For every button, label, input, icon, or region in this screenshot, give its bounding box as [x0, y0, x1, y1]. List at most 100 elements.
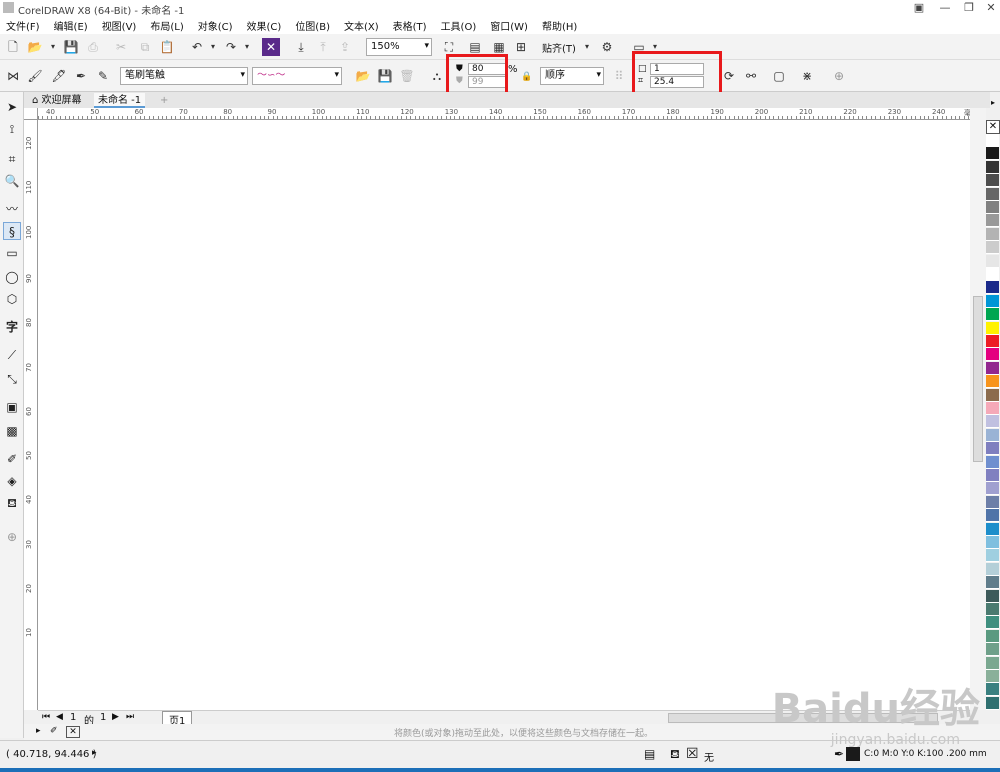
palette-menu-icon[interactable]: ▸ [36, 726, 41, 736]
show-guidelines-icon[interactable]: ⊞ [512, 38, 530, 56]
palette-swatch[interactable] [986, 603, 999, 616]
palette-swatch[interactable] [986, 522, 999, 536]
no-fill-swatch[interactable]: ✕ [66, 726, 80, 738]
publish-icon[interactable]: ⇪ [336, 38, 354, 56]
palette-swatch[interactable] [986, 348, 999, 362]
menu-item-9[interactable]: 工具(O) [441, 18, 477, 33]
fill-bucket-icon[interactable]: ⛾ [670, 747, 680, 763]
calligraphic-icon[interactable]: ✒ [72, 67, 90, 85]
add-tool-icon[interactable]: ⊕ [3, 528, 21, 546]
add-icon[interactable]: ⊕ [830, 67, 848, 85]
parallel-dimension-icon[interactable]: ⟋ [3, 346, 21, 364]
copy-icon[interactable]: ⧉ [136, 38, 154, 56]
palette-swatch[interactable] [986, 549, 999, 563]
interactive-fill-icon[interactable]: ◈ [3, 472, 21, 490]
preset-icon[interactable]: ⋈ [4, 67, 22, 85]
freehand-tool-icon[interactable]: 〰 [3, 200, 21, 218]
palette-swatch[interactable] [986, 455, 999, 469]
reset-icon[interactable]: ▢ [770, 67, 788, 85]
transparency-icon[interactable]: ▩ [3, 422, 21, 440]
connector-tool-icon[interactable]: ⤡ [3, 370, 21, 388]
zoom-tool-icon[interactable]: 🔍 [3, 172, 21, 190]
vertical-scrollbar[interactable] [970, 108, 986, 710]
next-page-icon[interactable]: ▶ [112, 712, 119, 722]
palette-swatch[interactable] [986, 174, 999, 188]
paste-icon[interactable]: 📋 [158, 38, 176, 56]
palette-swatch[interactable] [986, 254, 999, 268]
document-color-icon[interactable]: ▤ [644, 747, 655, 761]
palette-swatch[interactable] [986, 670, 999, 683]
palette-swatch[interactable] [986, 335, 999, 348]
first-page-icon[interactable]: ⏮ [42, 712, 50, 722]
palette-swatch[interactable] [986, 214, 999, 228]
import-icon[interactable]: ⤓ [292, 38, 310, 56]
palette-swatch[interactable] [986, 656, 999, 670]
sprayer-icon[interactable]: 🖋 [50, 67, 68, 85]
ellipse-tool-icon[interactable]: ◯ [3, 268, 21, 286]
scroll-thumb[interactable] [973, 296, 983, 462]
drawing-canvas[interactable] [38, 120, 970, 710]
artistic-media-tool-icon[interactable]: § [3, 222, 21, 240]
palette-swatch[interactable] [986, 495, 999, 509]
palette-swatch[interactable] [986, 187, 999, 201]
palette-swatch[interactable] [986, 469, 999, 482]
document-tab[interactable]: 未命名 -1 [94, 93, 146, 108]
no-color-swatch[interactable]: ✕ [986, 120, 1000, 134]
undo-dropdown-icon[interactable]: ▾ [204, 38, 222, 56]
menu-item-5[interactable]: 效果(C) [247, 18, 282, 33]
palette-swatch[interactable] [986, 696, 999, 710]
palette-swatch[interactable] [986, 281, 999, 295]
pick-tool-icon[interactable]: ➤ [3, 98, 21, 116]
palette-swatch[interactable] [986, 294, 999, 308]
horizontal-ruler[interactable]: 毫米 4050607080901001101201301401501601701… [38, 108, 986, 120]
menu-item-7[interactable]: 文本(X) [344, 18, 379, 33]
smart-fill-icon[interactable]: ⛾ [3, 494, 21, 512]
palette-swatch[interactable] [986, 482, 999, 496]
menu-item-0[interactable]: 文件(F) [6, 18, 40, 33]
eyedropper-small-icon[interactable]: ✐ [50, 726, 58, 736]
menu-item-6[interactable]: 位图(B) [295, 18, 330, 33]
pressure-icon[interactable]: ✎ [94, 67, 112, 85]
vertical-ruler[interactable]: 120 110 100 90 80 70 60 50 40 30 20 10 [24, 120, 38, 710]
cut-icon[interactable]: ✂ [112, 38, 130, 56]
brush-stroke-select[interactable]: ～∽～ ▾ [252, 67, 342, 85]
coords-expand-icon[interactable]: ▸ [92, 748, 97, 758]
palette-swatch[interactable] [986, 321, 999, 335]
open-dropdown-icon[interactable]: ▾ [44, 38, 62, 56]
adjust-icon[interactable]: ⋇ [798, 67, 816, 85]
palette-swatch[interactable] [986, 683, 999, 697]
previous-page-icon[interactable]: ◀ [56, 712, 63, 722]
eyedropper-icon[interactable]: ✐ [3, 450, 21, 468]
palette-swatch[interactable] [986, 227, 999, 241]
palette-swatch[interactable] [986, 643, 999, 657]
polygon-tool-icon[interactable]: ⬡ [3, 290, 21, 308]
palette-swatch[interactable] [986, 616, 999, 630]
palette-swatch[interactable] [986, 576, 999, 590]
snap-dropdown-icon[interactable]: ▾ [578, 38, 596, 56]
palette-swatch[interactable] [986, 160, 999, 174]
palette-swatch[interactable] [986, 562, 999, 576]
menu-item-3[interactable]: 布局(L) [150, 18, 183, 33]
palette-swatch[interactable] [986, 629, 999, 643]
menu-item-2[interactable]: 视图(V) [102, 18, 137, 33]
menu-item-1[interactable]: 编辑(E) [54, 18, 88, 33]
palette-scroll-up-icon[interactable]: ▸ [986, 98, 1000, 108]
palette-swatch[interactable] [986, 402, 999, 415]
palette-swatch[interactable] [986, 375, 999, 389]
print-icon[interactable]: ⎙ [84, 38, 102, 56]
palette-swatch[interactable] [986, 241, 999, 255]
search-content-icon[interactable]: ✕ [262, 38, 280, 56]
palette-swatch[interactable] [986, 536, 999, 549]
close-button[interactable]: ✕ [978, 0, 1000, 16]
brush-icon[interactable]: 🖌 [26, 67, 44, 85]
palette-swatch[interactable] [986, 388, 999, 402]
palette-swatch[interactable] [986, 589, 999, 603]
palette-swatch[interactable] [986, 442, 999, 456]
redo-dropdown-icon[interactable]: ▾ [238, 38, 256, 56]
last-page-icon[interactable]: ⏭ [126, 712, 134, 722]
shape-tool-icon[interactable]: ⟟ [3, 120, 21, 138]
save-icon[interactable]: 💾 [62, 38, 80, 56]
palette-swatch[interactable] [986, 509, 999, 523]
text-tool-icon[interactable]: 字 [3, 318, 21, 336]
palette-swatch[interactable] [986, 428, 999, 442]
